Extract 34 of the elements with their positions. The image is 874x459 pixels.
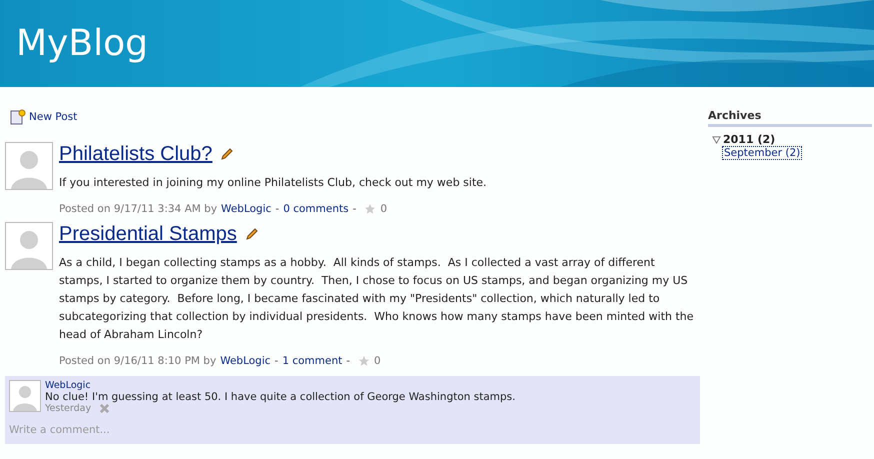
author-link[interactable]: WebLogic — [221, 203, 272, 215]
blog-title: MyBlog — [16, 23, 148, 64]
comment-author-link[interactable]: WebLogic — [45, 380, 516, 391]
comment-time: Yesterday — [45, 403, 92, 414]
post-date: Posted on 9/16/11 8:10 PM by — [59, 355, 216, 367]
star-icon[interactable] — [364, 203, 376, 215]
rating-count: 0 — [374, 355, 381, 367]
comment-field[interactable]: Write a comment... — [9, 424, 409, 436]
post-text: If you interested in joining my online Philatelists Club, check out my web site. — [59, 175, 488, 191]
separator: - — [346, 355, 350, 367]
author-link[interactable]: WebLogic — [220, 355, 271, 367]
separator: - — [352, 203, 356, 215]
star-icon[interactable] — [358, 355, 370, 367]
year-label: 2011 (2) — [723, 133, 776, 146]
separator: - — [274, 355, 278, 367]
avatar-icon — [5, 142, 53, 190]
new-post-link[interactable]: New Post — [29, 111, 78, 123]
avatar-icon — [5, 222, 53, 270]
avatar-icon — [9, 380, 41, 412]
new-document-icon — [10, 109, 26, 125]
separator: - — [275, 203, 280, 215]
rating-count: 0 — [380, 203, 388, 215]
post-title-link[interactable]: Philatelists Club? — [59, 142, 212, 166]
archives-heading: Archives — [708, 109, 872, 127]
month-link[interactable]: September (2) — [722, 146, 802, 160]
post-date: Posted on 9/17/11 3:34 AM by — [59, 203, 218, 215]
pencil-icon[interactable] — [220, 147, 234, 161]
expanded-triangle-icon[interactable] — [712, 135, 721, 144]
post-text: As a child, I began collecting stamps as a hobby. All kinds of stamps. As I collected a vast array of different stamps, I started to organize them by country. Then, I chose to focus on US stamps, and began organizing my US stamps by category. Before long, I became fascinated with my "Presidents" collection, which naturally led to subcategorizing that collection by individual presidents. Who knows how many stamps have been minted with the head of Abraham Lincoln? — [59, 255, 695, 343]
pencil-icon[interactable] — [244, 227, 259, 241]
post-title-link[interactable]: Presidential Stamps — [59, 222, 237, 246]
comments-link[interactable]: 0 comments — [283, 203, 349, 215]
comment-text: No clue! I'm guessing at least 50. I have quite a collection of George Washington stamps. — [45, 391, 516, 403]
comments-link[interactable]: 1 comment — [282, 355, 342, 367]
